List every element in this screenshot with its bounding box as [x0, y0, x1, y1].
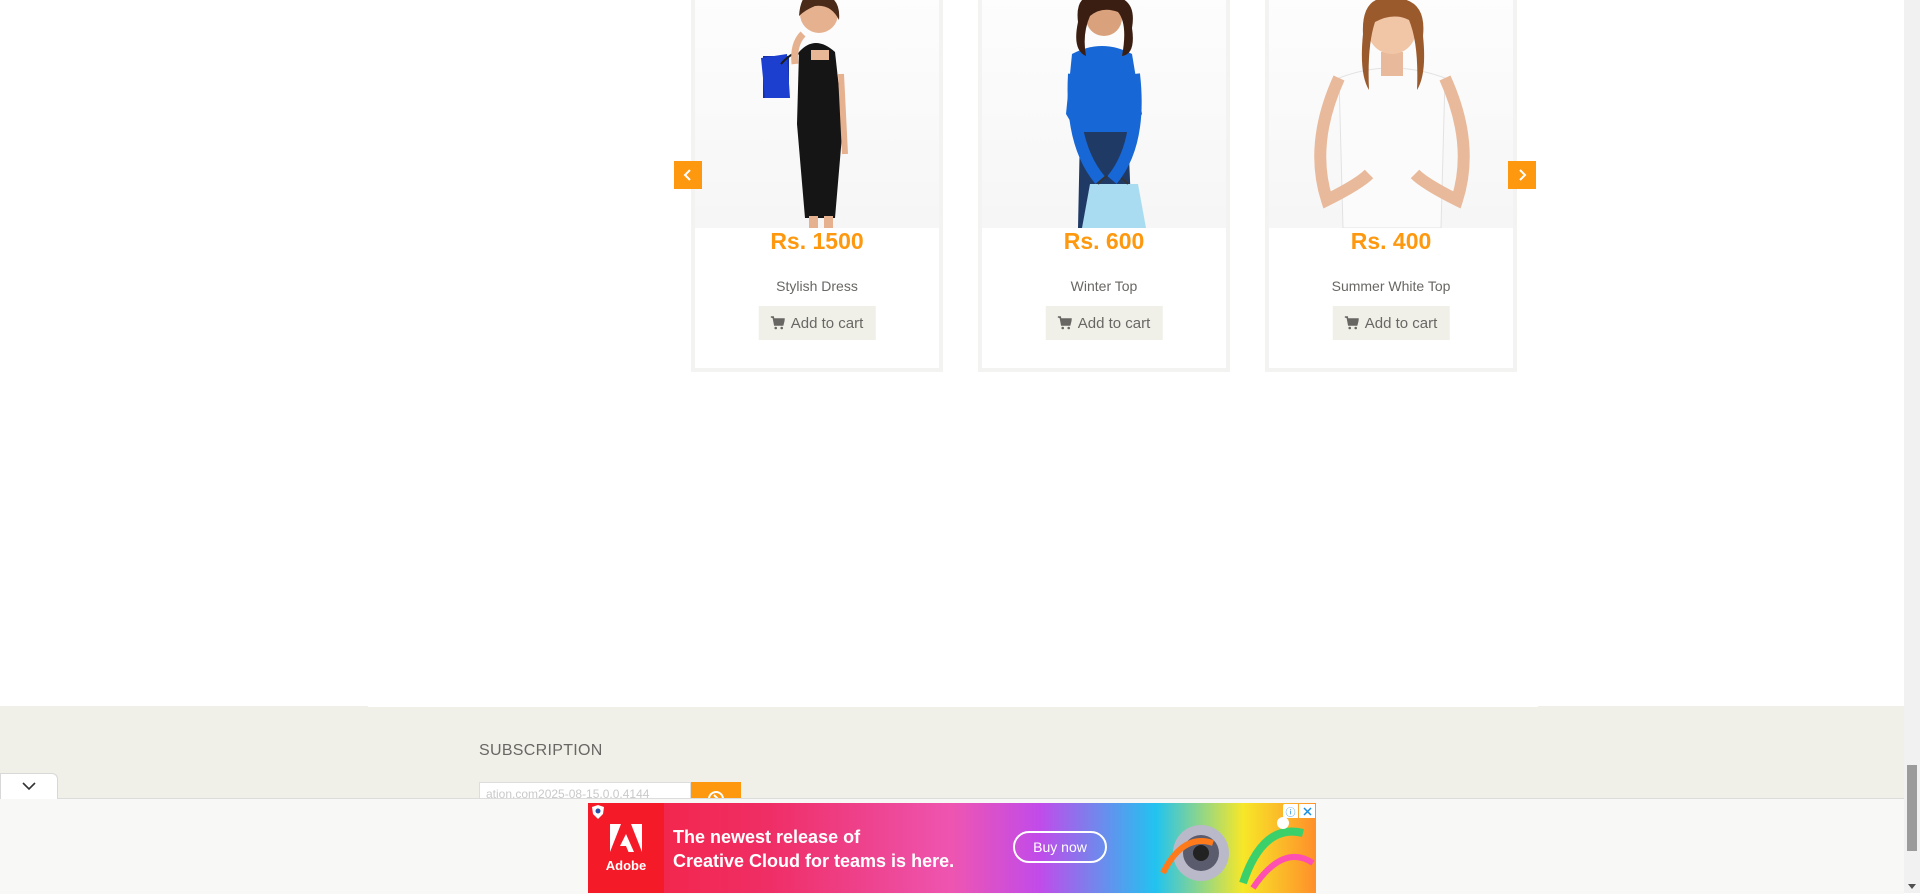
scroll-down-arrow[interactable]	[1908, 884, 1916, 889]
ad-brand: Adobe	[605, 857, 647, 873]
page-scrollbar[interactable]	[1904, 0, 1920, 893]
product-price: Rs. 400	[1350, 228, 1432, 254]
chevron-down-icon	[22, 782, 36, 791]
recommended-items-carousel: Rs. 1500 Stylish Dress Add to cart Rs. 6…	[0, 0, 1904, 420]
ad-line-1: The newest release of	[673, 827, 861, 847]
add-to-cart-button[interactable]: Add to cart	[1332, 306, 1450, 340]
add-to-cart-label: Add to cart	[1077, 314, 1151, 332]
shopping-cart-icon	[1057, 316, 1072, 330]
close-icon	[1302, 806, 1312, 816]
carousel-next-button[interactable]	[1508, 161, 1536, 189]
product-image	[982, 0, 1226, 228]
product-card: Rs. 400 Summer White Top Add to cart	[1265, 0, 1517, 372]
shopping-cart-icon	[770, 316, 785, 330]
add-to-cart-label: Add to cart	[790, 314, 864, 332]
add-to-cart-label: Add to cart	[1364, 314, 1438, 332]
product-image	[1269, 0, 1513, 228]
carousel-prev-button[interactable]	[674, 161, 702, 189]
product-name: Summer White Top	[1331, 278, 1451, 294]
product-price: Rs. 1500	[770, 228, 864, 254]
product-card: Rs. 1500 Stylish Dress Add to cart	[691, 0, 943, 372]
product-name: Stylish Dress	[776, 278, 858, 294]
shopping-cart-icon	[1344, 316, 1359, 330]
ad-collapse-button[interactable]	[0, 773, 58, 799]
ad-close-button[interactable]	[1299, 804, 1315, 818]
adobe-a-icon	[610, 823, 642, 852]
ad-headline: The newest release of Creative Cloud for…	[673, 825, 954, 873]
add-to-cart-button[interactable]: Add to cart	[1045, 306, 1163, 340]
subscription-title: SUBSCRIPTION	[479, 742, 603, 759]
product-card: Rs. 600 Winter Top Add to cart	[978, 0, 1230, 372]
ad-line-2: Creative Cloud for teams is here.	[673, 851, 955, 871]
info-icon[interactable]: ⓘ	[1283, 804, 1298, 819]
ad-buy-now-button[interactable]: Buy now	[1013, 831, 1107, 863]
chevron-left-icon	[683, 169, 691, 181]
chevron-right-icon	[1519, 169, 1527, 181]
product-name: Winter Top	[1070, 278, 1138, 294]
product-price: Rs. 600	[1063, 228, 1145, 254]
product-image	[695, 0, 939, 228]
shield-icon	[592, 805, 604, 819]
footer-divider	[368, 706, 1538, 707]
add-to-cart-button[interactable]: Add to cart	[758, 306, 876, 340]
adobe-ad-banner[interactable]: Adobe The newest release of Creative Clo…	[588, 803, 1316, 893]
scrollbar-thumb[interactable]	[1907, 765, 1917, 851]
